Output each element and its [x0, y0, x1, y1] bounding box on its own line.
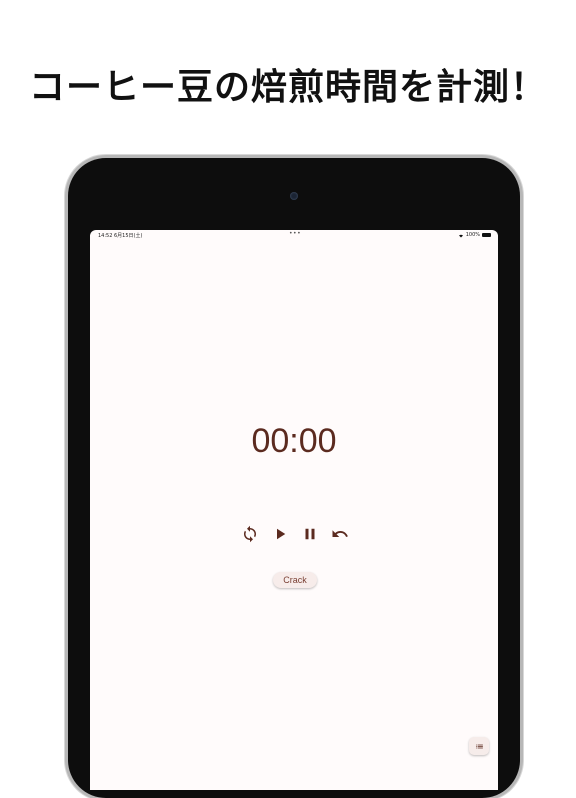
history-list-button[interactable]: [469, 737, 489, 755]
undo-icon: [332, 530, 348, 537]
reset-button[interactable]: [240, 524, 260, 544]
refresh-icon: [244, 525, 256, 543]
status-bar: 14:52 6月15日(土) ••• 100%: [90, 230, 498, 240]
status-time: 14:52 6月15日(土): [98, 233, 143, 239]
crack-button[interactable]: Crack: [273, 572, 317, 588]
play-button[interactable]: [270, 524, 290, 544]
ipad-frame: 14:52 6月15日(土) ••• 100% 00:00 Crack: [68, 158, 520, 798]
front-camera: [290, 192, 298, 200]
promo-headline: コーヒー豆の焙煎時間を計測！: [28, 67, 547, 108]
elapsed-time-display: 00:00: [251, 422, 337, 460]
multitasking-dots[interactable]: •••: [289, 230, 301, 237]
pause-icon: [305, 528, 315, 540]
timer-controls: [240, 524, 350, 544]
play-icon: [277, 528, 286, 540]
wifi-icon: [458, 234, 463, 237]
battery-percent: 100%: [465, 232, 480, 238]
app-screen: 14:52 6月15日(土) ••• 100% 00:00 Crack: [90, 230, 498, 790]
battery-icon: [482, 233, 491, 237]
undo-button[interactable]: [330, 524, 350, 544]
list-icon: [475, 744, 483, 748]
status-indicators: 100%: [458, 232, 491, 238]
pause-button[interactable]: [300, 524, 320, 544]
